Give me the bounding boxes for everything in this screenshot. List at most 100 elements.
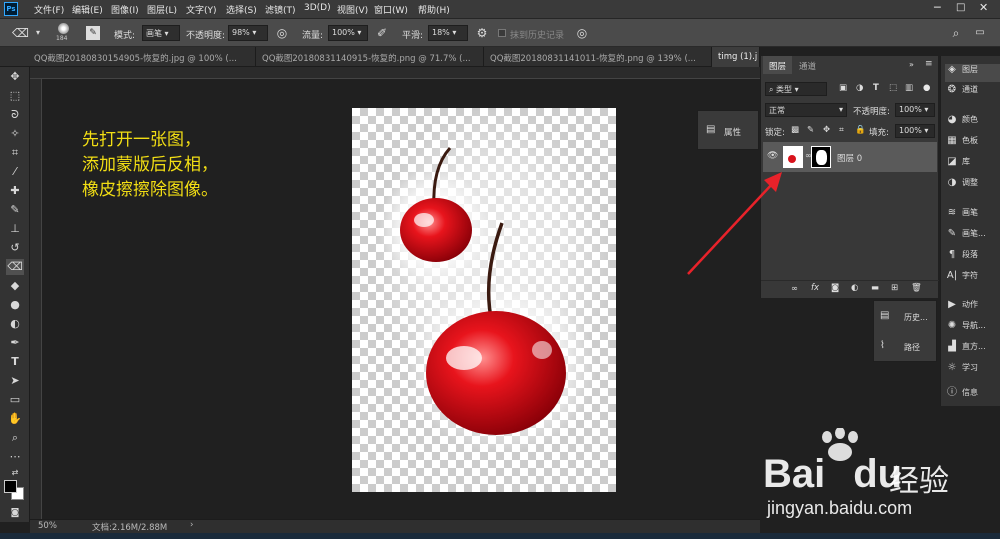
layer-kind-filter[interactable]: ⌕ 类型 ▾ <box>765 82 827 96</box>
swap-colors-icon[interactable]: ⇄ <box>6 465 24 481</box>
gear-icon[interactable]: ⚙ <box>474 25 490 41</box>
dock-info[interactable]: ⓘ 信息 <box>945 383 1000 401</box>
zoom-level[interactable]: 50% <box>38 521 57 531</box>
blend-mode-select[interactable]: 正常 ▾ <box>765 103 847 117</box>
dock-brushes[interactable]: ≋ 画笔 <box>945 207 1000 225</box>
dock-histogram[interactable]: ▟ 直方... <box>945 341 1000 359</box>
brush-settings-icon[interactable]: ✎ <box>86 26 100 40</box>
history-brush-tool-icon[interactable]: ↺ <box>6 240 24 256</box>
smoothing-input[interactable]: 18% ▾ <box>428 25 468 41</box>
dock-brush-settings[interactable]: ✎ 画笔... <box>945 228 1000 246</box>
zoom-tool-icon[interactable]: ⌕ <box>6 430 24 446</box>
lock-artboard-icon[interactable]: ⌗ <box>839 125 844 135</box>
healing-tool-icon[interactable]: ✚ <box>6 183 24 199</box>
tab-document-3[interactable]: QQ截图20180831141011-恢复的.png @ 139% (... <box>484 47 712 67</box>
menu-select[interactable]: 选择(S) <box>226 3 257 16</box>
properties-panel[interactable]: ▤ 属性 <box>697 110 759 150</box>
photoshop-logo-icon[interactable]: Ps <box>4 2 18 16</box>
move-tool-icon[interactable]: ✥ <box>6 69 24 85</box>
dock-paragraph[interactable]: ¶ 段落 <box>945 249 1000 267</box>
dock-character[interactable]: A| 字符 <box>945 270 1000 288</box>
lock-pixels-icon[interactable]: ✎ <box>807 125 814 135</box>
tab-document-4[interactable]: timg (1).j <box>712 47 760 67</box>
marquee-tool-icon[interactable]: ⬚ <box>6 88 24 104</box>
eraser-tool-icon[interactable]: ⌫ <box>6 259 24 275</box>
status-expand-icon[interactable]: › <box>190 520 193 530</box>
workspace-icon[interactable]: ▭ <box>972 25 988 41</box>
fx-icon[interactable]: fx <box>811 283 819 293</box>
trash-icon[interactable]: 🗑 <box>911 283 922 293</box>
link-layers-icon[interactable]: ∞ <box>791 284 798 294</box>
dock-learn[interactable]: ☼ 学习 <box>945 362 1000 380</box>
filter-adjustment-icon[interactable]: ◑ <box>856 83 863 93</box>
lasso-tool-icon[interactable]: ᘐ <box>6 107 24 123</box>
airbrush-icon[interactable]: ✐ <box>374 25 390 41</box>
quick-select-tool-icon[interactable]: ✧ <box>6 126 24 142</box>
menu-image[interactable]: 图像(I) <box>111 3 139 16</box>
lock-all-icon[interactable]: 🔒 <box>855 125 866 135</box>
opacity-input[interactable]: 98% ▾ <box>228 25 268 41</box>
pen-tool-icon[interactable]: ✒ <box>6 335 24 351</box>
erase-history-checkbox[interactable] <box>498 29 506 37</box>
quick-mask-icon[interactable]: ◙ <box>6 505 24 521</box>
brush-tool-icon[interactable]: ✎ <box>6 202 24 218</box>
fill-input[interactable]: 100% ▾ <box>895 124 935 138</box>
dock-swatches[interactable]: ▦ 色板 <box>945 135 1000 153</box>
eyedropper-tool-icon[interactable]: ⁄ <box>6 164 24 180</box>
paths-panel-button[interactable]: ⌇ 路径 <box>878 339 934 355</box>
menu-layer[interactable]: 图层(L) <box>147 3 177 16</box>
dock-channels[interactable]: ❂ 通道 <box>945 84 1000 102</box>
dock-color[interactable]: ◕ 颜色 <box>945 114 1000 132</box>
menu-edit[interactable]: 编辑(E) <box>72 3 103 16</box>
path-select-tool-icon[interactable]: ➤ <box>6 373 24 389</box>
adjustment-layer-icon[interactable]: ◐ <box>851 283 858 293</box>
layer-mask-thumbnail[interactable] <box>811 146 831 168</box>
hand-tool-icon[interactable]: ✋ <box>6 411 24 427</box>
pressure-size-icon[interactable]: ◎ <box>574 25 590 41</box>
rectangle-tool-icon[interactable]: ▭ <box>6 392 24 408</box>
menu-window[interactable]: 窗口(W) <box>374 3 408 16</box>
menu-help[interactable]: 帮助(H) <box>418 3 450 16</box>
dock-layers[interactable]: ◈ 图层 <box>945 64 1000 82</box>
dock-navigator[interactable]: ✺ 导航... <box>945 320 1000 338</box>
dodge-tool-icon[interactable]: ◐ <box>6 316 24 332</box>
filter-shape-icon[interactable]: ⬚ <box>889 83 897 93</box>
lock-transparent-icon[interactable]: ▩ <box>791 125 799 135</box>
tab-layers[interactable]: 图层 <box>763 56 793 74</box>
panel-menu-icon[interactable]: ≡ <box>925 59 933 69</box>
menu-filter[interactable]: 滤镜(T) <box>265 3 296 16</box>
filter-type-icon[interactable]: T <box>873 83 879 93</box>
new-layer-icon[interactable]: ⊞ <box>891 283 898 293</box>
pressure-opacity-icon[interactable]: ◎ <box>274 25 290 41</box>
dropdown-chevron-icon[interactable]: ▾ <box>30 25 46 41</box>
brush-preset-picker[interactable]: 184 <box>54 22 74 44</box>
foreground-color-swatch[interactable] <box>4 480 17 493</box>
search-icon[interactable]: ⌕ <box>948 25 964 41</box>
type-tool-icon[interactable]: T <box>6 354 24 370</box>
close-icon[interactable]: ✕ <box>979 1 988 14</box>
menu-type[interactable]: 文字(Y) <box>186 3 217 16</box>
menu-file[interactable]: 文件(F) <box>34 3 64 16</box>
filter-smart-icon[interactable]: ▥ <box>905 83 913 93</box>
collapse-icon[interactable]: » <box>909 60 914 69</box>
new-group-icon[interactable]: ▬ <box>871 283 879 293</box>
flow-input[interactable]: 100% ▾ <box>328 25 368 41</box>
lock-position-icon[interactable]: ✥ <box>823 125 830 135</box>
dock-libraries[interactable]: ◪ 库 <box>945 156 1000 174</box>
tab-channels[interactable]: 通道 <box>793 56 822 74</box>
more-tools-icon[interactable]: ⋯ <box>6 449 24 465</box>
add-mask-icon[interactable]: ◙ <box>831 283 839 293</box>
layer-opacity-input[interactable]: 100% ▾ <box>895 103 935 117</box>
blur-tool-icon[interactable]: ● <box>6 297 24 313</box>
history-panel-button[interactable]: ▤ 历史... <box>878 309 934 325</box>
paint-bucket-tool-icon[interactable]: ◆ <box>6 278 24 294</box>
tab-document-1[interactable]: QQ截图20180830154905-恢复的.jpg @ 100% (... <box>28 47 256 67</box>
menu-3d[interactable]: 3D(D) <box>304 3 331 13</box>
filter-pixel-icon[interactable]: ▣ <box>839 83 847 93</box>
mode-select[interactable]: 画笔 ▾ <box>142 25 180 41</box>
maximize-icon[interactable]: □ <box>956 2 965 13</box>
menu-view[interactable]: 视图(V) <box>337 3 368 16</box>
filter-toggle-icon[interactable]: ● <box>923 83 930 93</box>
stamp-tool-icon[interactable]: ⊥ <box>6 221 24 237</box>
crop-tool-icon[interactable]: ⌗ <box>6 145 24 161</box>
